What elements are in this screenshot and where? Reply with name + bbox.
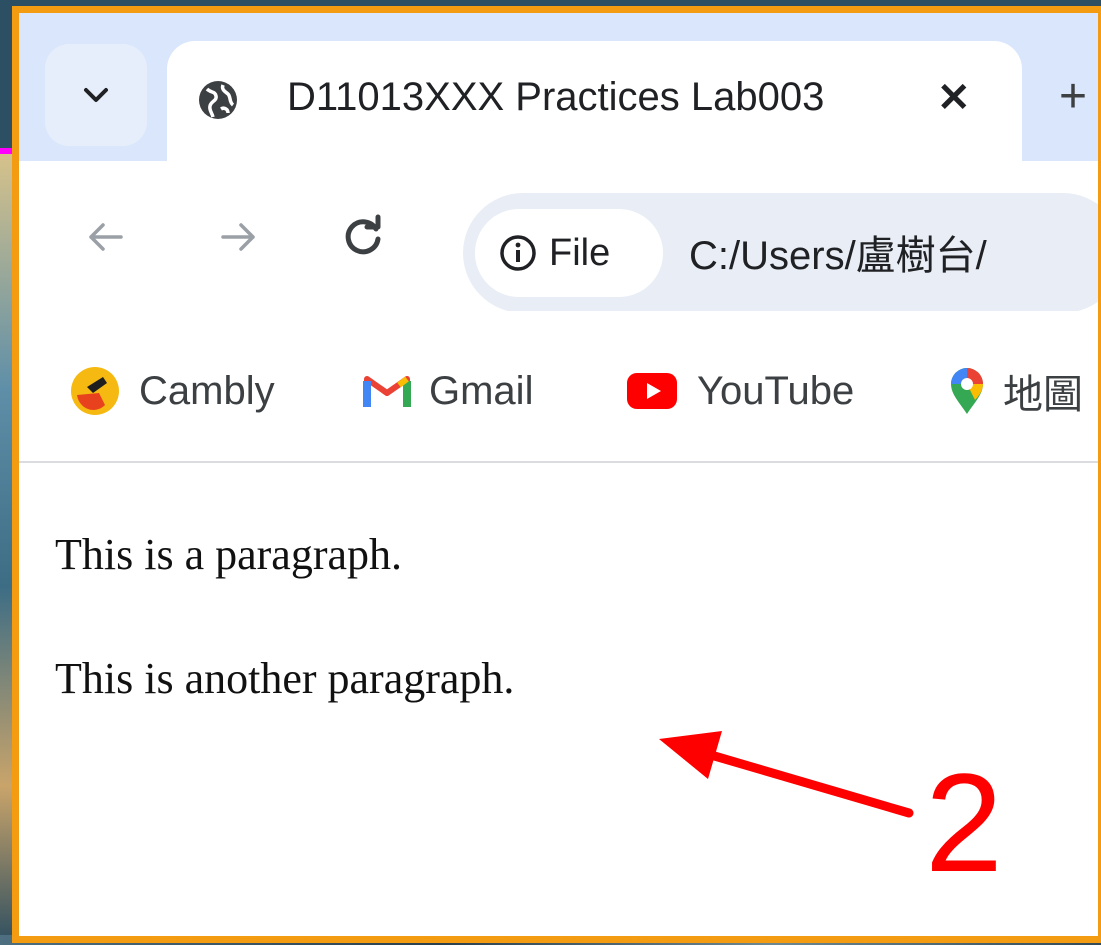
- maps-pin-icon: [951, 368, 983, 414]
- bookmark-maps[interactable]: 地圖: [949, 365, 1083, 417]
- bookmark-label: Cambly: [139, 368, 275, 413]
- forward-arrow-icon[interactable]: [215, 213, 263, 261]
- background-accent: [0, 148, 12, 154]
- bookmarks-bar: Cambly Gmail YouTube 地圖: [19, 311, 1098, 463]
- tab-title: D11013XXX Practices Lab003: [287, 75, 825, 119]
- bookmark-gmail[interactable]: Gmail: [363, 365, 533, 417]
- cambly-icon: [71, 367, 119, 415]
- info-icon: [500, 235, 536, 271]
- youtube-icon: [627, 373, 677, 409]
- address-bar[interactable]: File C:/Users/盧樹台/: [463, 193, 1098, 313]
- site-chip-label: File: [549, 231, 611, 274]
- browser-window: D11013XXX Practices Lab003 ✕ + File C:/U…: [12, 6, 1101, 943]
- bookmark-label: Gmail: [429, 368, 534, 413]
- bookmark-label: 地圖: [1003, 373, 1083, 417]
- annotation-number: 2: [925, 744, 1003, 901]
- bookmark-label: YouTube: [697, 368, 855, 413]
- new-tab-button[interactable]: +: [1059, 69, 1087, 124]
- back-arrow-icon[interactable]: [81, 213, 129, 261]
- tab-active[interactable]: D11013XXX Practices Lab003 ✕: [167, 41, 1022, 161]
- tab-search-button[interactable]: [45, 44, 147, 146]
- gmail-icon: [363, 376, 411, 407]
- bookmark-youtube[interactable]: YouTube: [625, 365, 854, 417]
- close-icon[interactable]: ✕: [937, 75, 971, 121]
- tab-strip: D11013XXX Practices Lab003 ✕ +: [19, 13, 1098, 161]
- page-content: This is a paragraph. This is another par…: [19, 463, 1098, 936]
- bookmark-cambly[interactable]: Cambly: [69, 365, 275, 417]
- globe-icon: [199, 81, 237, 119]
- site-info-chip[interactable]: File: [475, 209, 663, 297]
- toolbar: File C:/Users/盧樹台/: [19, 161, 1098, 313]
- url-text[interactable]: C:/Users/盧樹台/: [689, 223, 987, 281]
- chevron-down-icon: [84, 88, 108, 102]
- reload-icon[interactable]: [339, 213, 387, 261]
